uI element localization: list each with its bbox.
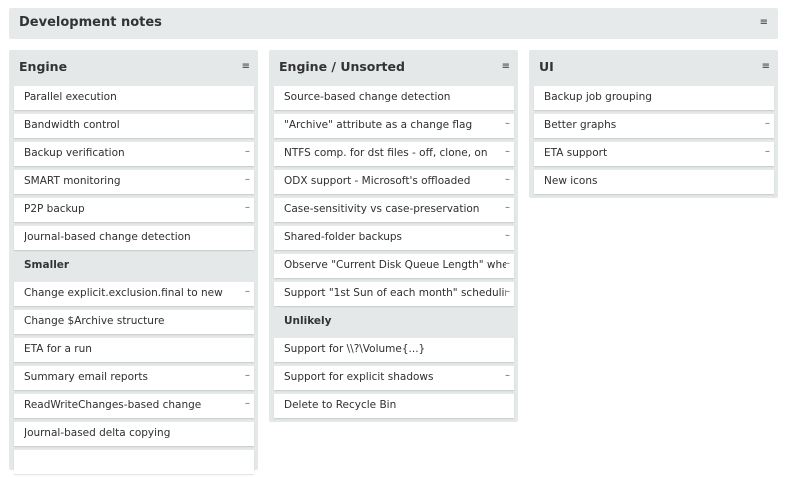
list-engine-unsorted: Engine / Unsorted ≡ Source-based change … — [269, 50, 518, 422]
card[interactable]: Shared-folder backups – — [274, 226, 514, 250]
card-badge-icon: – — [505, 370, 510, 381]
card-badge-icon: – — [245, 398, 250, 409]
list-engine: Engine ≡ Parallel execution Bandwidth con… — [9, 50, 258, 474]
card[interactable]: Case-sensitivity vs case-preservation – — [274, 198, 514, 222]
board-menu-icon[interactable]: ≡ — [760, 18, 768, 28]
card[interactable] — [14, 450, 254, 474]
card-badge-icon: – — [245, 370, 250, 381]
section-label: Unlikely — [284, 315, 332, 327]
card-title: "Archive" attribute as a change flag — [284, 119, 473, 131]
card[interactable]: ETA support – — [534, 142, 774, 166]
card[interactable]: Parallel execution — [14, 86, 254, 110]
card-title: Delete to Recycle Bin — [284, 399, 397, 411]
card-title: ReadWriteChanges-based change — [24, 399, 202, 411]
card-title: Observe "Current Disk Queue Length" when — [284, 259, 506, 271]
card-title: Journal-based change detection — [24, 231, 191, 243]
list-title: Engine / Unsorted — [279, 59, 405, 74]
card-badge-icon: – — [505, 146, 510, 157]
list-title: Engine — [19, 59, 68, 74]
card[interactable]: Change $Archive structure — [14, 310, 254, 334]
list-menu-icon[interactable]: ≡ — [502, 62, 510, 72]
card-title: Support for explicit shadows — [284, 371, 434, 383]
card-title: Change explicit.exclusion.final to new — [24, 287, 223, 299]
card-badge-icon: – — [245, 202, 250, 213]
card[interactable]: Source-based change detection — [274, 86, 514, 110]
card-title: NTFS comp. for dst files - off, clone, o… — [284, 147, 488, 159]
card-badge-icon: – — [505, 286, 510, 297]
section-header: Unlikely — [274, 310, 514, 334]
list-menu-icon[interactable]: ≡ — [762, 62, 770, 72]
card-title: Bandwidth control — [24, 119, 120, 131]
card[interactable]: Delete to Recycle Bin — [274, 394, 514, 418]
card[interactable]: Observe "Current Disk Queue Length" when… — [274, 254, 514, 278]
card-badge-icon: – — [505, 258, 510, 269]
card[interactable]: Summary email reports – — [14, 366, 254, 390]
card-badge-icon: – — [505, 230, 510, 241]
card[interactable]: Backup job grouping — [534, 86, 774, 110]
card-badge-icon: – — [765, 146, 770, 157]
card-title: Support for \\?\Volume{...} — [284, 343, 426, 355]
card-title: ODX support - Microsoft's offloaded — [284, 175, 471, 187]
card-badge-icon: – — [505, 174, 510, 185]
list-ui: UI ≡ Backup job grouping Better graphs – ET… — [529, 50, 778, 198]
card[interactable]: Better graphs – — [534, 114, 774, 138]
card-title: Source-based change detection — [284, 91, 451, 103]
card-list: Parallel execution Bandwidth control Backu… — [14, 86, 254, 478]
card-list: Backup job grouping Better graphs – ETA sup… — [534, 86, 774, 198]
card-title: Parallel execution — [24, 91, 117, 103]
card-title: Backup verification — [24, 147, 125, 159]
card[interactable]: ODX support - Microsoft's offloaded – — [274, 170, 514, 194]
card-badge-icon: – — [505, 118, 510, 129]
card[interactable]: Change explicit.exclusion.final to new – — [14, 282, 254, 306]
list-header: Engine / Unsorted ≡ — [269, 50, 518, 83]
card[interactable]: Support "1st Sun of each month" scheduli… — [274, 282, 514, 306]
card[interactable]: P2P backup – — [14, 198, 254, 222]
card[interactable]: Backup verification – — [14, 142, 254, 166]
card-badge-icon: – — [765, 118, 770, 129]
card-badge-icon: – — [245, 146, 250, 157]
card-title: Case-sensitivity vs case-preservation — [284, 203, 480, 215]
card[interactable]: SMART monitoring – — [14, 170, 254, 194]
list-header: UI ≡ — [529, 50, 778, 83]
card[interactable]: Support for \\?\Volume{...} — [274, 338, 514, 362]
card-title: New icons — [544, 175, 598, 187]
card-badge-icon: – — [245, 174, 250, 185]
card-title: Shared-folder backups — [284, 231, 402, 243]
card-title: SMART monitoring — [24, 175, 121, 187]
list-menu-icon[interactable]: ≡ — [242, 62, 250, 72]
card[interactable]: New icons — [534, 170, 774, 194]
card-title: Summary email reports — [24, 371, 148, 383]
card-badge-icon: – — [505, 202, 510, 213]
section-header: Smaller — [14, 254, 254, 278]
card[interactable]: ETA for a run — [14, 338, 254, 362]
card[interactable]: Support for explicit shadows – — [274, 366, 514, 390]
card[interactable]: Journal-based change detection — [14, 226, 254, 250]
card[interactable]: "Archive" attribute as a change flag – — [274, 114, 514, 138]
board-header: Development notes ≡ — [9, 8, 778, 39]
card-title: Better graphs — [544, 119, 617, 131]
list-title: UI — [539, 59, 554, 74]
card-title: ETA for a run — [24, 343, 92, 355]
card[interactable]: Journal-based delta copying — [14, 422, 254, 446]
card[interactable]: NTFS comp. for dst files - off, clone, o… — [274, 142, 514, 166]
card-title: Support "1st Sun of each month" scheduli… — [284, 287, 506, 299]
card-list: Source-based change detection "Archive" a… — [274, 86, 514, 422]
section-label: Smaller — [24, 259, 70, 271]
card-title: P2P backup — [24, 203, 85, 215]
card[interactable]: Bandwidth control — [14, 114, 254, 138]
card[interactable]: ReadWriteChanges-based change – — [14, 394, 254, 418]
card-title: ETA support — [544, 147, 608, 159]
card-title: Journal-based delta copying — [24, 427, 171, 439]
board-title: Development notes — [19, 15, 162, 30]
card-title: Backup job grouping — [544, 91, 652, 103]
card-title: Change $Archive structure — [24, 315, 165, 327]
list-header: Engine ≡ — [9, 50, 258, 83]
card-badge-icon: – — [245, 286, 250, 297]
